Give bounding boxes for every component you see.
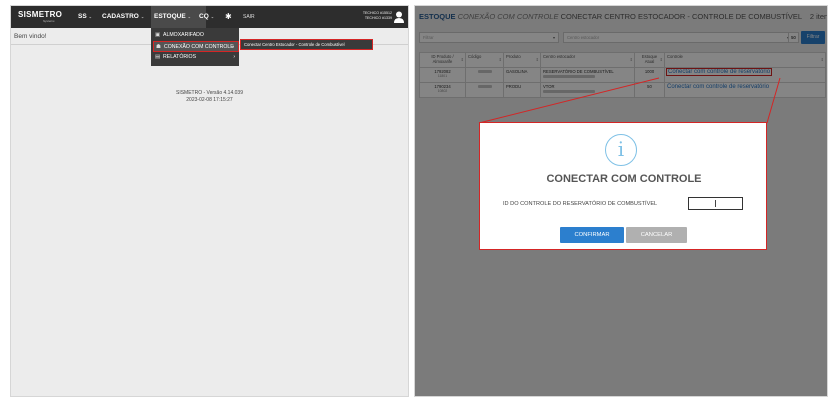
info-icon: i xyxy=(605,134,637,166)
menu-item-label: RELATÓRIOS xyxy=(163,54,197,60)
sismetro-logo[interactable]: SISMETRO xyxy=(18,11,62,19)
right-panel: ESTOQUE CONEXÃO COM CONTROLE CONECTAR CE… xyxy=(414,5,828,397)
menu-item-almoxarifado[interactable]: ▣ ALMOXARIFADO xyxy=(153,30,239,41)
conectar-controle-dialog: i CONECTAR COM CONTROLE ID DO CONTROLE D… xyxy=(479,122,767,250)
dialog-title: CONECTAR COM CONTROLE xyxy=(546,173,702,185)
welcome-text: Bem vindo! xyxy=(14,33,47,40)
menu-item-relatorios[interactable]: ▤ RELATÓRIOS › xyxy=(153,52,239,63)
version-text: SISMETRO - Versão 4.14.039 xyxy=(176,90,243,96)
nav-estoque[interactable]: ESTOQUE ⌄ xyxy=(154,13,191,21)
user-info: TECHICO #15512 TECHICO #1339 xyxy=(363,11,392,21)
top-navbar: SISMETRO Systems SS ⌄ CADASTRO ⌄ ESTOQUE ⌄ … xyxy=(11,6,408,28)
controle-id-label: ID DO CONTROLE DO RESERVATÓRIO DE COMBUS… xyxy=(503,201,658,207)
gear-icon[interactable]: ✱ xyxy=(225,12,232,21)
submenu-conectar-centro-estocador[interactable]: Conectar Centro Estocador - Controle de … xyxy=(240,39,373,50)
menu-item-conexao-com-controle[interactable]: ☗ CONEXÃO COM CONTROLE › xyxy=(153,41,239,52)
text-cursor xyxy=(715,200,716,207)
nav-cq[interactable]: CQ ⌄ xyxy=(199,13,214,21)
estoque-dropdown: ▣ ALMOXARIFADO ☗ CONEXÃO COM CONTROLE › … xyxy=(151,28,239,66)
cancelar-button[interactable]: CANCELAR xyxy=(626,227,687,243)
chevron-right-icon: › xyxy=(233,54,235,60)
menu-item-label: CONEXÃO COM CONTROLE xyxy=(164,44,234,50)
user-line-2: TECHICO #1339 xyxy=(364,16,392,20)
sair-link[interactable]: SAIR xyxy=(243,14,255,20)
nav-cadastro[interactable]: CADASTRO ⌄ xyxy=(102,13,144,21)
left-panel: SISMETRO Systems SS ⌄ CADASTRO ⌄ ESTOQUE ⌄ … xyxy=(10,5,409,397)
nav-ss[interactable]: SS ⌄ xyxy=(78,13,92,21)
warehouse-icon: ▣ xyxy=(155,32,161,38)
report-icon: ▤ xyxy=(155,54,161,60)
user-avatar-icon[interactable] xyxy=(394,11,404,23)
menu-item-label: ALMOXARIFADO xyxy=(163,32,204,38)
controle-id-input[interactable] xyxy=(688,197,743,210)
logo-subtitle: Systems xyxy=(43,19,55,23)
version-date: 2023-02-08 17:15:27 xyxy=(186,97,233,103)
version-info: SISMETRO - Versão 4.14.039 2023-02-08 17… xyxy=(11,90,408,104)
confirmar-button[interactable]: CONFIRMAR xyxy=(560,227,624,243)
